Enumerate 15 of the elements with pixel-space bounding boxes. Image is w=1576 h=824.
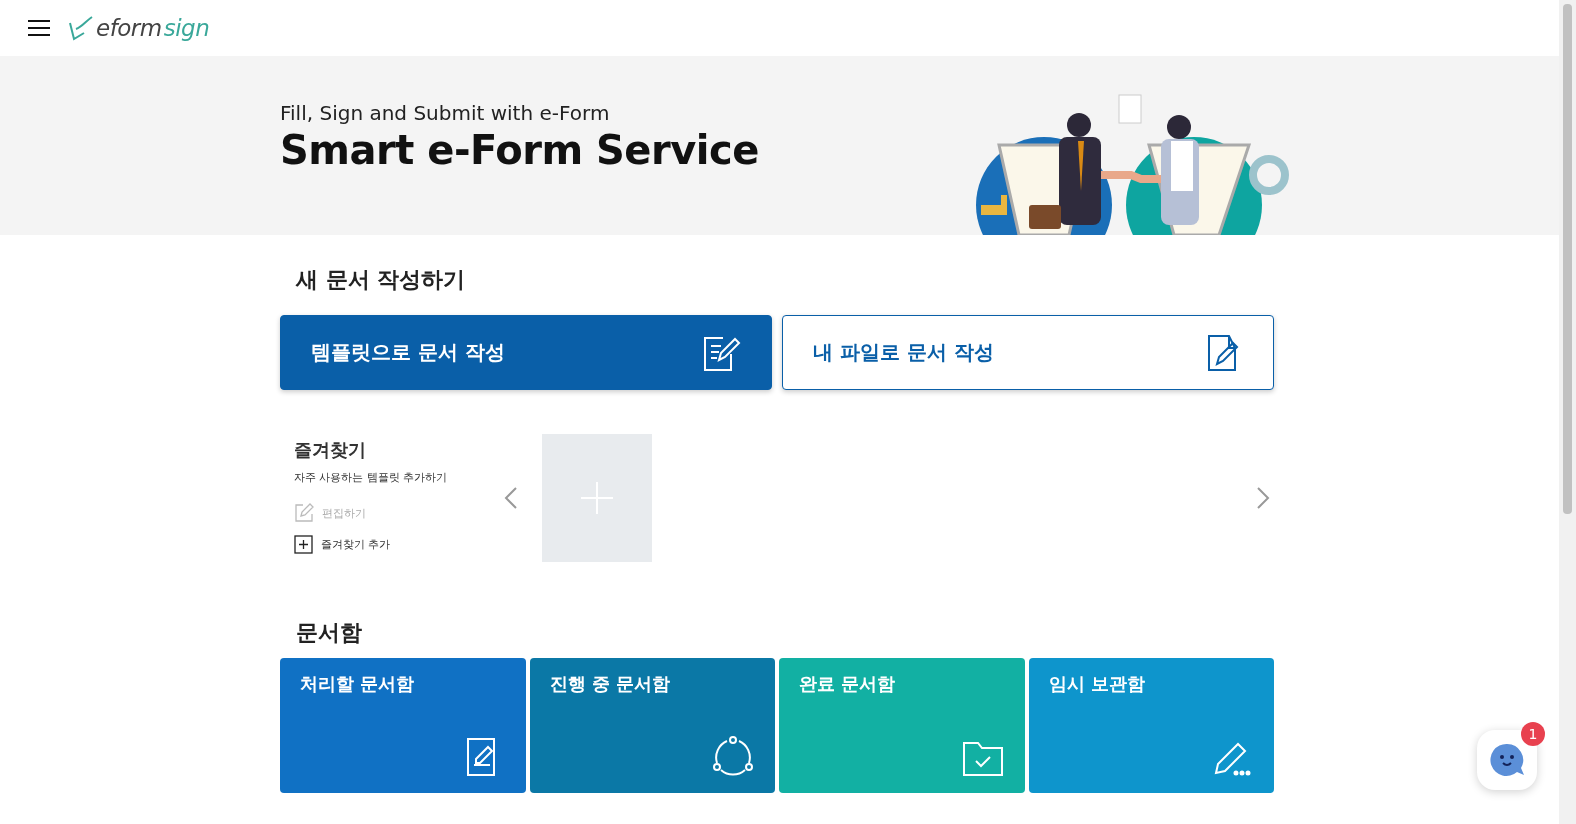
logo[interactable]: eformsign bbox=[68, 15, 210, 41]
document-box-card[interactable]: 임시 보관함 bbox=[1028, 658, 1274, 793]
section-title: 새 문서 작성하기 bbox=[296, 266, 467, 294]
favorites-description: 자주 사용하는 템플릿 추가하기 bbox=[294, 470, 449, 485]
add-favorite-link[interactable]: 즐겨찾기 추가 bbox=[294, 535, 500, 554]
section-title: 문서함 bbox=[296, 619, 363, 647]
create-document-button[interactable]: 내 파일로 문서 작성 bbox=[782, 315, 1274, 390]
notification-badge: 1 bbox=[1521, 722, 1545, 746]
banner-subtitle: Fill, Sign and Submit with e-Form bbox=[280, 100, 611, 125]
document-box-card[interactable]: 완료 문서함 bbox=[779, 658, 1025, 793]
create-document-button[interactable]: 템플릿으로 문서 작성 bbox=[280, 315, 772, 390]
favorites-title: 즐겨찾기 bbox=[294, 438, 367, 462]
banner-title: Smart e-Form Service bbox=[280, 126, 759, 173]
document-box-card[interactable]: 처리할 문서함 bbox=[280, 658, 526, 793]
document-box-card[interactable]: 진행 중 문서함 bbox=[529, 658, 775, 793]
